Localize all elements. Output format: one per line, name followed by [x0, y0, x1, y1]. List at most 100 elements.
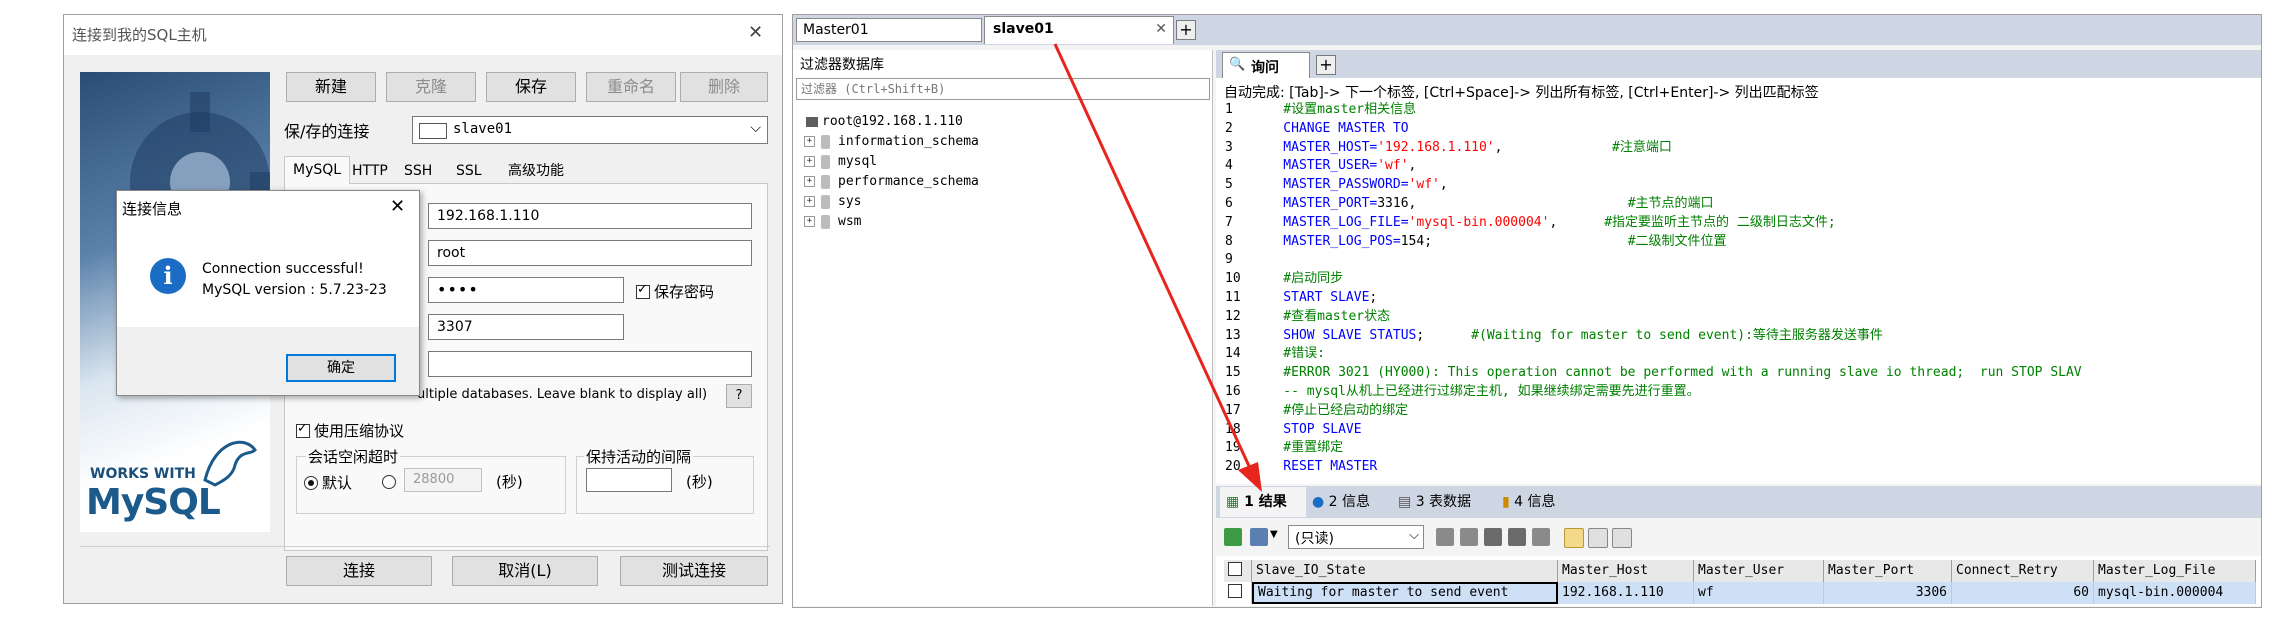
tab-query[interactable]: 🔍 询问	[1222, 52, 1310, 78]
saved-connection-select[interactable]: slave01 ⌵	[412, 116, 768, 144]
readonly-select[interactable]: (只读) ⌵	[1288, 525, 1424, 549]
code-line[interactable]: MASTER_USER='wf',	[1252, 156, 1416, 175]
code-line[interactable]: CHANGE MASTER TO	[1252, 119, 1408, 138]
keepalive-field[interactable]	[586, 468, 672, 492]
code-line[interactable]: MASTER_HOST='192.168.1.110', #注意端口	[1252, 138, 1672, 157]
rename-button[interactable]: 重命名	[586, 72, 676, 102]
grid-view-icon[interactable]	[1564, 528, 1584, 548]
clone-button[interactable]: 克隆	[386, 72, 476, 102]
code-token: #重置绑定	[1252, 440, 1344, 456]
col-slave-io-state[interactable]: Slave_IO_State	[1252, 560, 1558, 582]
tree-item-label: sys	[838, 194, 862, 209]
msgbox-close-button[interactable]: ✕	[390, 196, 405, 217]
expand-icon[interactable]: +	[804, 216, 815, 227]
trash-icon[interactable]	[1508, 528, 1526, 546]
tab-close-icon[interactable]: ✕	[1155, 21, 1167, 37]
code-line[interactable]: #停止已经启动的绑定	[1252, 401, 1408, 420]
expand-icon[interactable]: +	[804, 176, 815, 187]
compress-checkbox[interactable]: 使用压缩协议	[296, 420, 404, 441]
cell-connect-retry[interactable]: 60	[1952, 582, 2094, 604]
insert-row-icon[interactable]	[1224, 528, 1242, 546]
tab-info[interactable]: ● 2 信息	[1312, 489, 1370, 515]
form-view-icon[interactable]	[1588, 528, 1608, 548]
tab-add-button[interactable]: +	[1176, 20, 1196, 40]
tab-ssh[interactable]: SSH	[396, 158, 440, 184]
tab-slave01[interactable]: slave01 ✕	[984, 16, 1174, 44]
save-button[interactable]: 保存	[486, 72, 576, 102]
expand-icon[interactable]: +	[804, 136, 815, 147]
cancel-changes-icon[interactable]	[1532, 528, 1550, 546]
tab-master01[interactable]: Master01	[796, 18, 982, 42]
code-line[interactable]: MASTER_PORT=3316, #主节点的端口	[1252, 194, 1713, 213]
code-line[interactable]: #错误:	[1252, 344, 1325, 363]
cell-master-user[interactable]: wf	[1694, 582, 1824, 604]
refresh-icon[interactable]	[1436, 528, 1454, 546]
user-field[interactable]: root	[428, 240, 752, 266]
timeout-field[interactable]: 28800	[404, 468, 482, 492]
delete-button[interactable]: 删除	[680, 72, 768, 102]
export-icon[interactable]	[1250, 528, 1268, 546]
code-line[interactable]: SHOW SLAVE STATUS; #(Waiting for master …	[1252, 326, 1883, 345]
col-master-log-file[interactable]: Master_Log_File	[2094, 560, 2256, 582]
cell-slave-io-state[interactable]: Waiting for master to send event	[1252, 582, 1558, 604]
code-line[interactable]: -- mysql从机上已经进行过绑定主机, 如果继续绑定需要先进行重置。	[1252, 382, 1699, 401]
query-add-button[interactable]: +	[1316, 55, 1336, 75]
tree-item-wsm[interactable]: + wsm	[804, 212, 861, 232]
col-master-port[interactable]: Master_Port	[1824, 560, 1952, 582]
col-master-host[interactable]: Master_Host	[1558, 560, 1694, 582]
row-checkbox[interactable]	[1224, 582, 1252, 604]
code-line[interactable]: MASTER_PASSWORD='wf',	[1252, 175, 1447, 194]
connect-button[interactable]: 连接	[286, 556, 432, 586]
tab-http[interactable]: HTTP	[344, 158, 396, 184]
col-connect-retry[interactable]: Connect_Retry	[1952, 560, 2094, 582]
code-token: #设置master相关信息	[1252, 102, 1417, 117]
tree-root[interactable]: root@192.168.1.110	[806, 112, 963, 132]
save-disk-icon[interactable]	[1484, 528, 1502, 546]
cancel-button[interactable]: 取消(L)	[452, 556, 598, 586]
test-connection-button[interactable]: 测试连接	[620, 556, 768, 586]
code-line[interactable]: RESET MASTER	[1252, 457, 1377, 476]
col-master-user[interactable]: Master_User	[1694, 560, 1824, 582]
export-dropdown-icon[interactable]: ▼	[1270, 529, 1278, 540]
default-radio[interactable]: 默认	[304, 472, 352, 493]
filter-input[interactable]: 过滤器 (Ctrl+Shift+B)	[796, 78, 1210, 100]
code-line[interactable]: STOP SLAVE	[1252, 420, 1361, 439]
color-swatch-icon	[419, 123, 447, 139]
port-field[interactable]: 3307	[428, 314, 624, 340]
tab-mysql[interactable]: MySQL	[284, 156, 351, 184]
tree-item-mysql[interactable]: + mysql	[804, 152, 877, 172]
row-header-checkbox[interactable]	[1224, 560, 1252, 582]
code-line[interactable]: #查看master状态	[1252, 307, 1390, 326]
tree-item-sys[interactable]: + sys	[804, 192, 861, 212]
code-line[interactable]: #启动同步	[1252, 269, 1343, 288]
tab-table-data[interactable]: ▤ 3 表数据	[1398, 489, 1471, 515]
database-field[interactable]	[428, 351, 752, 377]
tree-item-performance-schema[interactable]: + performance_schema	[804, 172, 979, 192]
code-line[interactable]: MASTER_LOG_FILE='mysql-bin.000004', #指定要…	[1252, 213, 1835, 232]
code-line[interactable]: #设置master相关信息	[1252, 100, 1416, 119]
custom-timeout-radio[interactable]	[382, 475, 396, 489]
save-password-checkbox[interactable]: 保存密码	[636, 281, 714, 302]
cell-master-host[interactable]: 192.168.1.110	[1558, 582, 1694, 604]
help-button[interactable]: ?	[726, 384, 752, 408]
tree-item-information-schema[interactable]: + information_schema	[804, 132, 979, 152]
tab-info-2[interactable]: ▮ 4 信息	[1502, 489, 1556, 515]
code-line[interactable]: #重置绑定	[1252, 438, 1343, 457]
code-line[interactable]: START SLAVE;	[1252, 288, 1377, 307]
copy-icon[interactable]	[1460, 528, 1478, 546]
password-field[interactable]: ••••	[428, 277, 624, 303]
tab-advanced[interactable]: 高级功能	[500, 158, 572, 184]
host-field[interactable]: 192.168.1.110	[428, 203, 752, 229]
code-line[interactable]: #ERROR 3021 (HY000): This operation cann…	[1252, 363, 2081, 382]
dialog-close-button[interactable]: ✕	[748, 22, 763, 43]
new-button[interactable]: 新建	[286, 72, 376, 102]
expand-icon[interactable]: +	[804, 196, 815, 207]
expand-icon[interactable]: +	[804, 156, 815, 167]
code-line[interactable]: MASTER_LOG_POS=154; #二级制文件位置	[1252, 232, 1726, 251]
tab-results[interactable]: ▦ 1 结果	[1226, 489, 1287, 515]
ok-button[interactable]: 确定	[286, 354, 396, 382]
cell-master-log-file[interactable]: mysql-bin.000004	[2094, 582, 2256, 604]
tab-ssl[interactable]: SSL	[448, 158, 490, 184]
cell-master-port[interactable]: 3306	[1824, 582, 1952, 604]
text-view-icon[interactable]	[1612, 528, 1632, 548]
